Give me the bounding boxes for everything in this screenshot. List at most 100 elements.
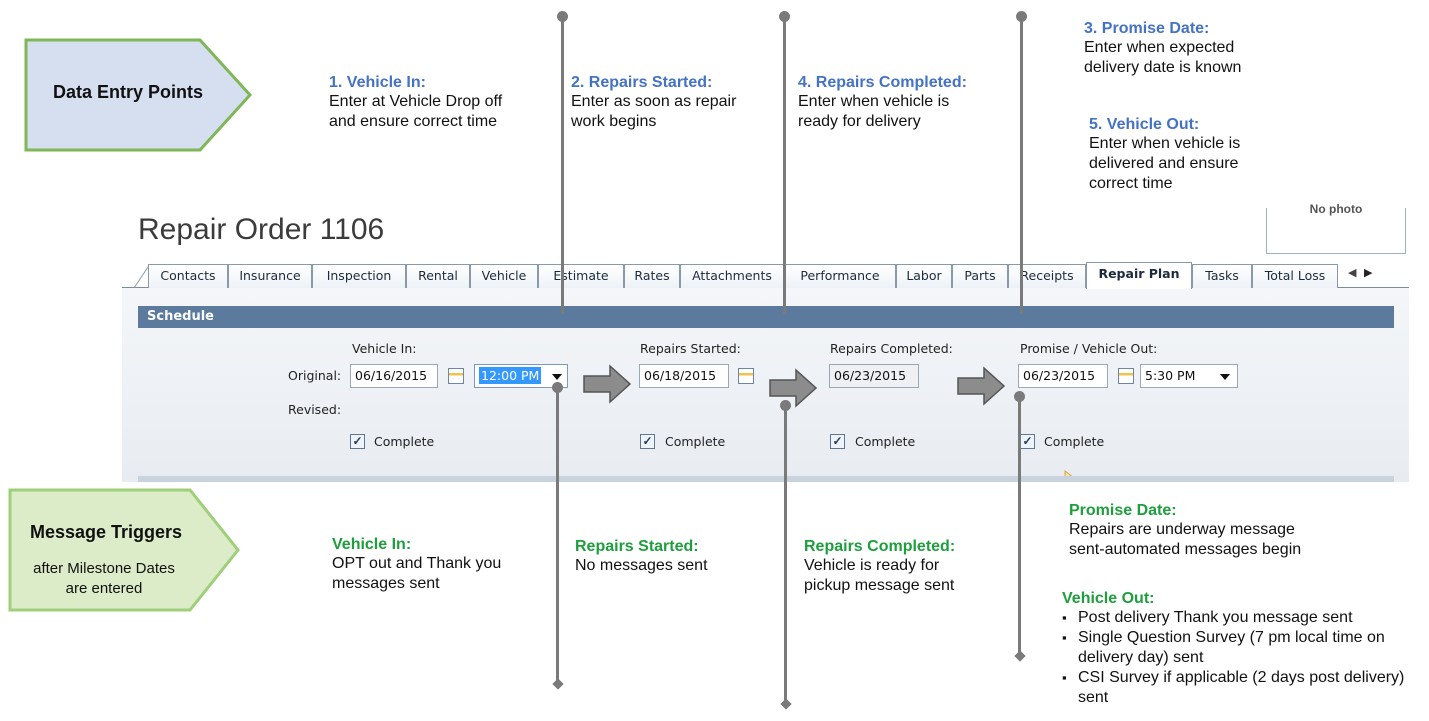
chevron-down-icon[interactable] xyxy=(552,374,562,380)
entry-text: and ensure correct time xyxy=(329,113,498,130)
entry-text: correct time xyxy=(1089,175,1173,192)
trigger-text: OPT out and Thank you xyxy=(332,555,502,572)
tab-vehicle[interactable]: Vehicle xyxy=(470,264,538,288)
entry-repairs-completed: 4. Repairs Completed: Enter when vehicle… xyxy=(798,74,967,132)
photo-label: No photo xyxy=(1309,202,1363,216)
trigger-heading: Promise Date: xyxy=(1069,502,1177,519)
entry-text: Enter when expected xyxy=(1084,39,1235,56)
trigger-text: Repairs are underway message xyxy=(1069,521,1295,538)
entry-text: delivered and ensure xyxy=(1089,155,1239,172)
entry-text: Enter when vehicle is xyxy=(1089,135,1241,152)
entry-text: ready for delivery xyxy=(798,113,921,130)
tab-parts[interactable]: Parts xyxy=(952,264,1008,288)
repairs-completed-date-field[interactable]: 06/23/2015 xyxy=(829,364,919,388)
entry-text: Enter as soon as repair xyxy=(571,93,737,110)
photo-placeholder[interactable]: No photo xyxy=(1266,202,1406,254)
flow-arrow-icon xyxy=(769,368,818,408)
entry-promise-date: 3. Promise Date: Enter when expected del… xyxy=(1084,20,1241,78)
list-item: CSI Survey if applicable (2 days post de… xyxy=(1062,668,1422,708)
entry-vehicle-in: 1. Vehicle In: Enter at Vehicle Drop off… xyxy=(329,74,502,132)
entry-repairs-started: 2. Repairs Started: Enter as soon as rep… xyxy=(571,74,736,132)
vehicle-in-date-field[interactable]: 06/16/2015 xyxy=(350,364,438,388)
trigger-bullet-list: Post delivery Thank you message sent Sin… xyxy=(1062,608,1422,708)
tab-rates[interactable]: Rates xyxy=(624,264,680,288)
pointer-end xyxy=(780,698,792,710)
pointer-end xyxy=(552,678,564,690)
calendar-icon[interactable] xyxy=(738,368,754,384)
pointer-line xyxy=(556,388,559,682)
pointer-line xyxy=(1020,16,1023,314)
entry-heading: 3. Promise Date: xyxy=(1084,20,1210,37)
vehicle-in-complete-checkbox[interactable]: ✓ xyxy=(350,434,365,449)
repairs-completed-complete-checkbox[interactable]: ✓ xyxy=(830,434,845,449)
pointer-line xyxy=(561,16,564,314)
vehicle-in-time-value: 12:00 PM xyxy=(479,367,542,384)
list-item: Post delivery Thank you message sent xyxy=(1062,608,1422,628)
tab-contacts[interactable]: Contacts xyxy=(148,264,228,288)
trigger-text: sent-automated messages begin xyxy=(1069,541,1302,558)
pointer-end xyxy=(1014,650,1026,662)
trigger-vehicle-out: Vehicle Out: Post delivery Thank you mes… xyxy=(1062,590,1422,708)
tab-estimate[interactable]: Estimate xyxy=(538,264,624,288)
tab-insurance[interactable]: Insurance xyxy=(228,264,312,288)
message-triggers-title: Message Triggers xyxy=(29,522,183,542)
repairs-started-complete-checkbox[interactable]: ✓ xyxy=(640,434,655,449)
list-item: Single Question Survey (7 pm local time … xyxy=(1062,628,1422,668)
trigger-heading: Repairs Started: xyxy=(575,538,699,555)
tab-performance[interactable]: Performance xyxy=(784,264,896,288)
data-entry-points-callout: Data Entry Points xyxy=(24,38,253,152)
flow-arrow-icon xyxy=(957,366,1006,406)
entry-heading: 5. Vehicle Out: xyxy=(1089,116,1200,133)
trigger-repairs-started: Repairs Started: No messages sent xyxy=(575,538,708,576)
trigger-heading: Vehicle Out: xyxy=(1062,590,1155,607)
vehicle-in-label: Vehicle In: xyxy=(352,341,417,356)
trigger-heading: Vehicle In: xyxy=(332,536,412,553)
tab-strip: Contacts Insurance Inspection Rental Veh… xyxy=(122,262,1409,289)
vehicle-in-complete-label: Complete xyxy=(374,434,435,449)
data-entry-points-label: Data Entry Points xyxy=(52,82,204,102)
trigger-heading: Repairs Completed: xyxy=(804,538,956,555)
entry-text: Enter at Vehicle Drop off xyxy=(329,93,503,110)
message-triggers-subtitle-2: are entered xyxy=(65,580,143,597)
tab-rental[interactable]: Rental xyxy=(406,264,470,288)
tab-total-loss[interactable]: Total Loss xyxy=(1252,264,1338,288)
trigger-text: No messages sent xyxy=(575,557,708,574)
entry-vehicle-out: 5. Vehicle Out: Enter when vehicle is de… xyxy=(1089,116,1240,194)
promise-vehicle-out-complete-label: Complete xyxy=(1044,434,1105,449)
trigger-text: messages sent xyxy=(332,575,440,592)
repairs-started-date-field[interactable]: 06/18/2015 xyxy=(639,364,729,388)
tab-scroll-left-icon[interactable]: ◀ xyxy=(1348,266,1356,279)
original-row-label: Original: xyxy=(288,368,342,383)
repairs-started-label: Repairs Started: xyxy=(640,341,741,356)
repairs-started-complete-label: Complete xyxy=(665,434,726,449)
tab-scroll-right-icon[interactable]: ▶ xyxy=(1364,266,1372,279)
promise-vehicle-out-label: Promise / Vehicle Out: xyxy=(1020,341,1158,356)
chevron-down-icon[interactable] xyxy=(1220,374,1230,380)
repairs-completed-complete-label: Complete xyxy=(855,434,916,449)
pointer-line xyxy=(783,16,786,314)
entry-text: Enter when vehicle is xyxy=(798,93,950,110)
trigger-text: Vehicle is ready for xyxy=(804,557,940,574)
entry-text: work begins xyxy=(571,113,657,130)
promise-vehicle-out-date-field[interactable]: 06/23/2015 xyxy=(1018,364,1108,388)
pointer-line xyxy=(784,406,787,702)
trigger-promise-date: Promise Date: Repairs are underway messa… xyxy=(1069,502,1301,560)
schedule-header: Schedule xyxy=(138,306,1394,328)
tab-inspection[interactable]: Inspection xyxy=(312,264,406,288)
trigger-vehicle-in: Vehicle In: OPT out and Thank you messag… xyxy=(332,536,501,594)
promise-vehicle-out-complete-checkbox[interactable]: ✓ xyxy=(1020,434,1035,449)
trigger-text: pickup message sent xyxy=(804,577,955,594)
tab-tasks[interactable]: Tasks xyxy=(1192,264,1252,288)
entry-heading: 1. Vehicle In: xyxy=(329,74,426,91)
page-title: Repair Order 1106 xyxy=(138,213,385,246)
pointer-line xyxy=(1018,397,1021,653)
tab-attachments[interactable]: Attachments xyxy=(680,264,784,288)
calendar-icon[interactable] xyxy=(1118,368,1134,384)
tab-labor[interactable]: Labor xyxy=(896,264,952,288)
calendar-icon[interactable] xyxy=(448,368,464,384)
entry-heading: 2. Repairs Started: xyxy=(571,74,713,91)
tab-repair-plan[interactable]: Repair Plan xyxy=(1086,262,1192,289)
repairs-completed-label: Repairs Completed: xyxy=(830,341,953,356)
trigger-repairs-completed: Repairs Completed: Vehicle is ready for … xyxy=(804,538,955,596)
message-triggers-subtitle-1: after Milestone Dates xyxy=(33,560,175,577)
